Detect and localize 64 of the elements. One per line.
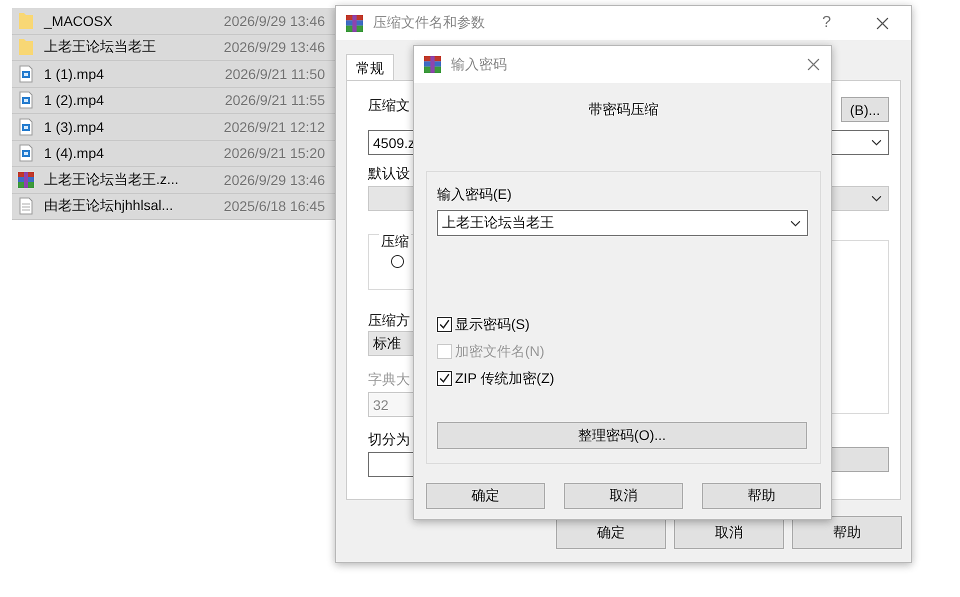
password-label: 输入密码(E)	[437, 186, 512, 204]
checkbox[interactable]	[437, 371, 452, 386]
tab[interactable]: 常规	[346, 54, 394, 80]
radio-button[interactable]	[391, 255, 404, 268]
video-file-icon	[18, 118, 34, 136]
file-date: 2026/9/21 12:12	[224, 118, 326, 135]
archive-icon	[346, 14, 363, 32]
file-name: 1 (4).mp4	[44, 145, 105, 162]
checkbox-label: 显示密码(S)	[455, 316, 530, 334]
dialog-button[interactable]: 取消	[564, 483, 683, 509]
video-file-icon	[18, 144, 34, 162]
help-button[interactable]: ?	[822, 14, 831, 32]
password-field[interactable]: 上老王论坛当老王	[437, 210, 808, 236]
file-name: 上老王论坛当老王	[44, 38, 157, 56]
file-name: 1 (2).mp4	[44, 92, 105, 108]
dialog-title: 输入密码	[451, 56, 508, 74]
method-label: 压缩方	[368, 312, 410, 330]
file-name: 上老王论坛当老王.z...	[44, 170, 180, 189]
text-file-icon	[18, 197, 34, 216]
dialog-button[interactable]: 帮助	[792, 516, 902, 549]
archive-name-label: 压缩文	[368, 97, 410, 115]
file-date: 2026/9/29 13:46	[224, 172, 326, 188]
file-row[interactable]: 1 (4).mp4 2026/9/21 15:20	[12, 140, 335, 167]
dialog-button[interactable]: 帮助	[702, 483, 821, 509]
file-date: 2025/6/18 16:45	[224, 198, 326, 214]
file-name: 由老王论坛hjhhlsal...	[44, 197, 174, 216]
file-row[interactable]: 1 (3).mp4 2026/9/21 12:12	[12, 114, 335, 140]
checkbox[interactable]	[437, 317, 452, 332]
file-row[interactable]: 上老王论坛当老王.z... 2026/9/29 13:46	[12, 167, 335, 194]
file-name: 1 (1).mp4	[44, 66, 105, 82]
file-date: 2026/9/29 13:46	[224, 12, 326, 29]
profile-label: 默认设	[368, 165, 410, 183]
checkbox-label: ZIP 传统加密(Z)	[455, 370, 554, 388]
archive-icon	[18, 170, 34, 189]
file-date: 2026/9/21 11:55	[224, 92, 326, 108]
group-label: 压缩	[379, 233, 411, 251]
file-date: 2026/9/29 13:46	[224, 39, 326, 56]
file-date: 2026/9/21 15:20	[224, 145, 326, 162]
organize-passwords-button[interactable]: 整理密码(O)...	[437, 422, 807, 449]
folder-icon	[18, 38, 34, 56]
dictionary-label: 字典大	[368, 371, 410, 389]
chevron-icon	[871, 139, 882, 146]
split-label: 切分为	[368, 431, 410, 449]
video-file-icon	[18, 64, 34, 83]
file-name: _MACOSX	[44, 12, 114, 29]
file-row[interactable]: _MACOSX 2026/9/29 13:46	[12, 8, 335, 34]
video-file-icon	[18, 91, 34, 110]
file-row[interactable]: 1 (1).mp4 2026/9/21 11:50	[12, 61, 335, 88]
file-date: 2026/9/21 11:50	[224, 66, 326, 82]
dialog-button[interactable]: 确定	[426, 483, 545, 509]
close-icon[interactable]	[876, 16, 889, 30]
archive-icon	[424, 56, 441, 73]
file-row[interactable]: 由老王论坛hjhhlsal... 2025/6/18 16:45	[12, 194, 335, 220]
file-row[interactable]: 1 (2).mp4 2026/9/21 11:55	[12, 88, 335, 114]
dialog-heading: 带密码压缩	[588, 101, 660, 119]
folder-icon	[18, 12, 34, 30]
chevron-icon	[871, 195, 882, 202]
window-title: 压缩文件名和参数	[373, 14, 486, 32]
file-name: 1 (3).mp4	[44, 118, 105, 135]
checkbox-label: 加密文件名(N)	[455, 342, 544, 360]
close-icon[interactable]	[807, 58, 820, 71]
file-row[interactable]: 上老王论坛当老王 2026/9/29 13:46	[12, 34, 335, 61]
chevron-icon	[790, 220, 801, 226]
browse-button[interactable]: (B)...	[841, 97, 889, 122]
